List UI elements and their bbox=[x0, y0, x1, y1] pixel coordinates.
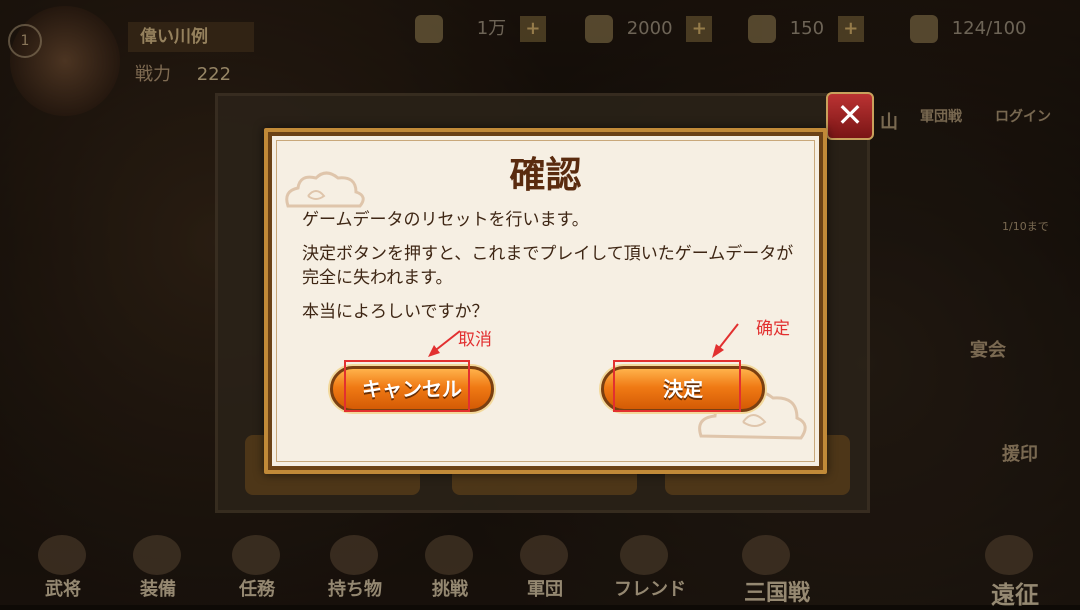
nav-item[interactable]: 挑戦 bbox=[405, 531, 495, 601]
dialog-message: ゲームデータのリセットを行います。 決定ボタンを押すと、これまでプレイして頂いた… bbox=[302, 208, 802, 334]
resource-value: 2000 bbox=[626, 18, 673, 39]
confirm-highlight-box bbox=[613, 360, 741, 412]
side-item[interactable]: 宴会 bbox=[970, 336, 1006, 362]
player-avatar[interactable] bbox=[10, 6, 120, 116]
resource-value: 124/100 bbox=[951, 18, 1027, 39]
cancel-annotation-label: 取消 bbox=[458, 330, 492, 350]
player-name: 偉い川例 bbox=[128, 22, 254, 52]
close-button[interactable]: ✕ bbox=[826, 92, 874, 140]
player-level: 1 bbox=[8, 24, 42, 58]
nav-item[interactable]: 三国戦 bbox=[722, 531, 832, 606]
side-item[interactable]: 軍団戦 bbox=[920, 106, 962, 126]
resource-arrow: 150 + bbox=[748, 14, 864, 44]
top-bar: 1 偉い川例 戦力 222 1万 + 2000 + 150 + 124/100 bbox=[0, 0, 1080, 116]
dialog-line: ゲームデータのリセットを行います。 bbox=[302, 210, 589, 230]
nav-item[interactable]: 武将 bbox=[18, 531, 108, 601]
side-item[interactable]: 山 bbox=[880, 108, 898, 134]
resource-coin: 1万 + bbox=[415, 14, 546, 44]
nav-item[interactable]: 遠征 bbox=[965, 531, 1065, 609]
nav-item[interactable]: 任務 bbox=[212, 531, 302, 601]
add-coin-button[interactable]: + bbox=[519, 16, 546, 42]
resource-stamina: 124/100 bbox=[910, 14, 1027, 44]
add-scroll-button[interactable]: + bbox=[686, 16, 713, 42]
bottom-nav: 武将 装備 任務 持ち物 挑戦 軍団 フレンド 三国戦 遠征 bbox=[0, 520, 1080, 609]
scroll-icon bbox=[585, 15, 613, 43]
power-value: 222 bbox=[196, 64, 232, 85]
player-power: 戦力 222 bbox=[135, 60, 231, 86]
nav-item[interactable]: 軍団 bbox=[500, 531, 590, 601]
confirm-dialog: 確認 ゲームデータのリセットを行います。 決定ボタンを押すと、これまでプレイして… bbox=[264, 128, 827, 474]
power-label: 戦力 bbox=[135, 64, 171, 85]
dialog-line: 決定ボタンを押すと、これまでプレイして頂いたゲームデータが完全に失われます。 bbox=[302, 244, 794, 288]
resource-scroll: 2000 + bbox=[585, 14, 713, 44]
resource-value: 1万 bbox=[476, 18, 507, 39]
arrow-icon bbox=[748, 15, 776, 43]
confirm-annotation-label: 确定 bbox=[756, 319, 790, 339]
nav-item[interactable]: 持ち物 bbox=[310, 531, 400, 601]
cancel-highlight-box bbox=[344, 360, 470, 412]
dialog-title: 確認 bbox=[509, 155, 582, 196]
coin-icon bbox=[415, 15, 443, 43]
arrow-annotation-icon bbox=[712, 323, 739, 358]
add-arrow-button[interactable]: + bbox=[837, 16, 864, 42]
stamina-icon bbox=[910, 15, 938, 43]
side-item[interactable]: 援印 bbox=[1002, 440, 1038, 466]
nav-item[interactable]: 装備 bbox=[113, 531, 203, 601]
side-item[interactable]: ログイン bbox=[995, 106, 1051, 126]
side-item: 1/10まで bbox=[1002, 220, 1049, 233]
right-side-menu: 山 軍団戦 ログイン 宴会 援印 1/10まで bbox=[880, 70, 1070, 590]
resource-value: 150 bbox=[789, 18, 825, 39]
nav-item[interactable]: フレンド bbox=[600, 531, 700, 601]
